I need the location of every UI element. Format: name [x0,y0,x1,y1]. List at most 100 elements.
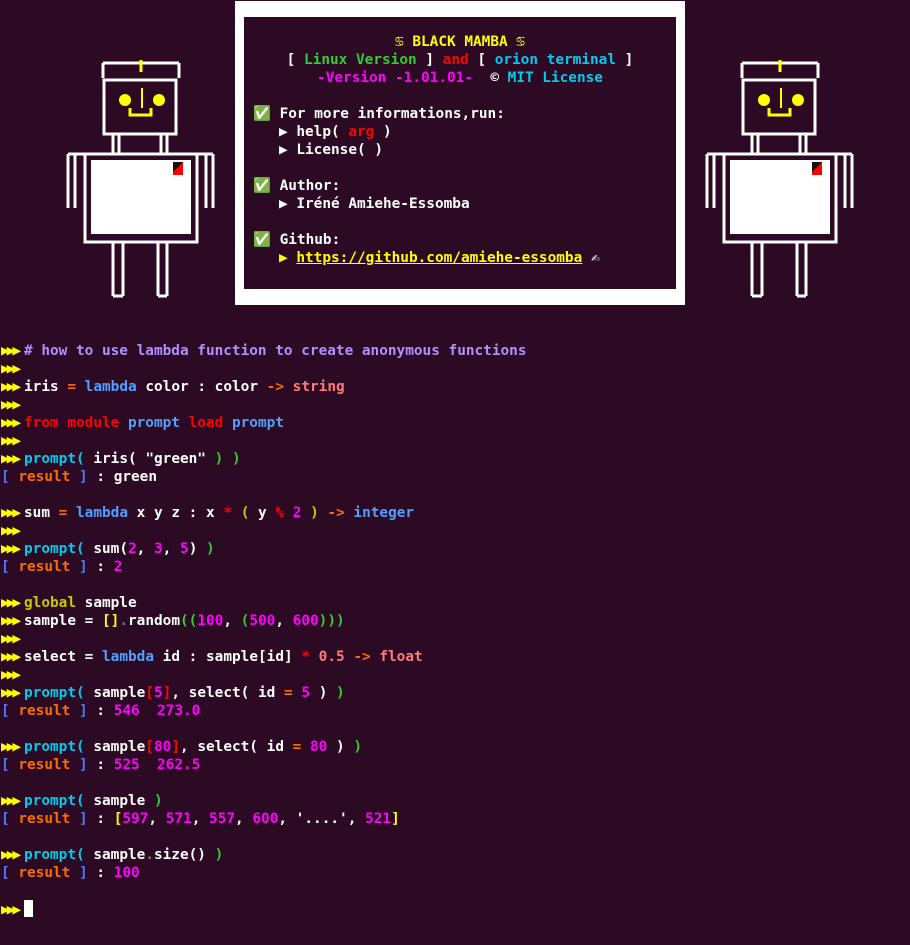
result-line: [ result ] : 546 273.0 [1,702,906,720]
function-call: prompt( [24,847,85,863]
operator: = [58,505,68,521]
bracket-close: ] [425,52,434,68]
identifier: sample [206,649,258,665]
function-call: prompt( [24,541,85,557]
operator: = [292,739,302,755]
number: 2 [292,505,302,521]
github-link[interactable]: https://github.com/amiehe-essomba [296,250,582,266]
identifier: x [206,505,215,521]
operator: -> [353,649,371,665]
operator: -> [266,379,284,395]
result-line: [ result ] : 2 [1,558,906,576]
function-call: random [128,613,180,629]
function-call: prompt( [24,451,85,467]
function-call: iris( [93,451,137,467]
result-value: 100 [113,865,140,881]
list-value: 571 [165,811,192,827]
paren: () [188,847,206,863]
more-info-line: ✅ For more informations,run: [253,105,676,123]
identifier: sample [24,613,76,629]
github-line: ✅ Github: [253,231,676,249]
terminal-output[interactable]: ▶▶▶ # how to use lambda function to creat… [1,342,906,918]
function-call: prompt( [24,685,85,701]
keyword: lambda [102,649,154,665]
paren: ) [153,793,163,809]
keyword: from [24,415,59,431]
help-line: ▶ help( arg ) [253,123,676,141]
bracket-open: [ [477,52,487,68]
more-info-label: For more informations,run: [279,106,505,122]
type-name: integer [353,505,415,521]
identifier: id [266,739,284,755]
version-label: -Version -1.01.01- [317,70,473,86]
keyword: module [67,415,120,431]
text-cursor[interactable] [24,900,33,917]
terminal-line: ▶▶▶ iris = lambda color : color -> string [1,378,906,396]
prompt-arrow-icon: ▶▶▶ [1,523,21,539]
result-bracket: ] [79,811,88,827]
paren: ))) [318,613,345,629]
prompt-arrow-icon: ▶▶▶ [1,541,21,557]
input-line[interactable]: ▶▶▶ [1,900,906,918]
prompt-arrow-icon: ▶▶▶ [1,631,21,647]
operator: : [96,811,106,827]
identifier: id [162,649,180,665]
result-label: result [18,703,71,719]
number: 80 [310,739,328,755]
operator: % [275,505,285,521]
function-call: prompt( [24,793,85,809]
check-icon: ✅ [253,178,271,194]
result-bracket: [ [1,865,10,881]
punct: . [145,847,154,863]
banner-version-line: -Version -1.01.01- © MIT License [253,69,676,87]
operator: : [96,865,106,881]
list-value: 600 [252,811,279,827]
terminal-line: ▶▶▶ prompt( sample[80], select( id = 80 )… [1,738,906,756]
pointer-icon: ▶ [279,124,288,140]
check-icon: ✅ [253,232,271,248]
operator: : [96,703,106,719]
keyword: lambda [84,379,137,395]
punct: , [148,811,158,827]
punct: ] [391,811,400,827]
prompt-arrow-icon: ▶▶▶ [1,343,21,359]
operator: : [96,559,106,575]
license-fn-line: ▶ License( ) [253,141,676,159]
info-banner-panel: ♋ BLACK MAMBA ♋ [ Linux Version ] and [ … [244,17,676,289]
punct: ] [283,649,293,665]
list-literal: [] [102,613,120,629]
prompt-arrow-icon: ▶▶▶ [1,361,21,377]
banner-title: ♋ BLACK MAMBA ♋ [395,34,525,50]
identifier: prompt [127,415,180,431]
operator: * [223,505,233,521]
punct: , [223,613,232,629]
punct: ] [171,739,180,755]
license-label: MIT License [507,70,603,86]
result-value: green [113,469,158,485]
paren: ( [240,505,250,521]
result-label: result [18,865,71,881]
function-call: select( [188,685,250,701]
number: 0.5 [318,649,345,665]
terminal-line: ▶▶▶ prompt( sample ) [1,792,906,810]
paren: ) [206,541,215,557]
number: 3 [154,541,163,557]
operator: -> [327,505,345,521]
identifier: sample [93,793,146,809]
identifier: sample [93,739,146,755]
punct: , [235,811,244,827]
terminal-line: ▶▶▶ [1,432,906,450]
prompt-arrow-icon: ▶▶▶ [1,433,21,449]
result-bracket: ] [79,559,88,575]
number: 5 [180,541,189,557]
paren: ) [214,847,224,863]
paren: ) [188,541,198,557]
result-bracket: [ [1,559,10,575]
orion-terminal-label: orion terminal [494,52,616,68]
bracket-close: ] [624,52,634,68]
banner-platform-line: [ Linux Version ] and [ orion terminal ] [253,51,676,69]
terminal-line: ▶▶▶ select = lambda id : sample[id] * 0.5… [1,648,906,666]
result-line: [ result ] : 525 262.5 [1,756,906,774]
function-call: size [153,847,189,863]
paren: ) [336,739,345,755]
